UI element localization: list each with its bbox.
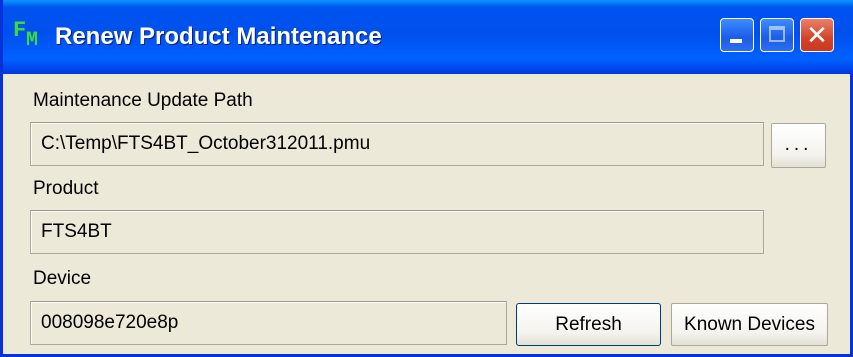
maintenance-path-label: Maintenance Update Path (33, 90, 253, 111)
maximize-icon (769, 26, 785, 42)
known-devices-button[interactable]: Known Devices (671, 303, 828, 346)
maximize-button[interactable] (760, 18, 794, 52)
title-bar[interactable]: FM Renew Product Maintenance ✕ (3, 0, 853, 74)
window-title: Renew Product Maintenance (55, 23, 382, 50)
refresh-button[interactable]: Refresh (516, 303, 661, 346)
device-field[interactable]: 008098e720e8p (30, 301, 507, 345)
dialog-window: FM Renew Product Maintenance ✕ Maintenan… (0, 0, 853, 357)
device-label: Device (33, 268, 92, 289)
browse-button[interactable]: ... (771, 123, 826, 168)
maintenance-path-field[interactable]: C:\Temp\FTS4BT_October312011.pmu (30, 122, 764, 166)
product-label: Product (33, 178, 99, 199)
minimize-button[interactable] (720, 18, 754, 52)
close-button[interactable]: ✕ (800, 18, 834, 52)
close-icon: ✕ (806, 20, 828, 50)
product-field[interactable]: FTS4BT (30, 210, 764, 254)
fm-app-icon[interactable]: FM (13, 18, 47, 54)
minimize-icon (730, 39, 742, 43)
